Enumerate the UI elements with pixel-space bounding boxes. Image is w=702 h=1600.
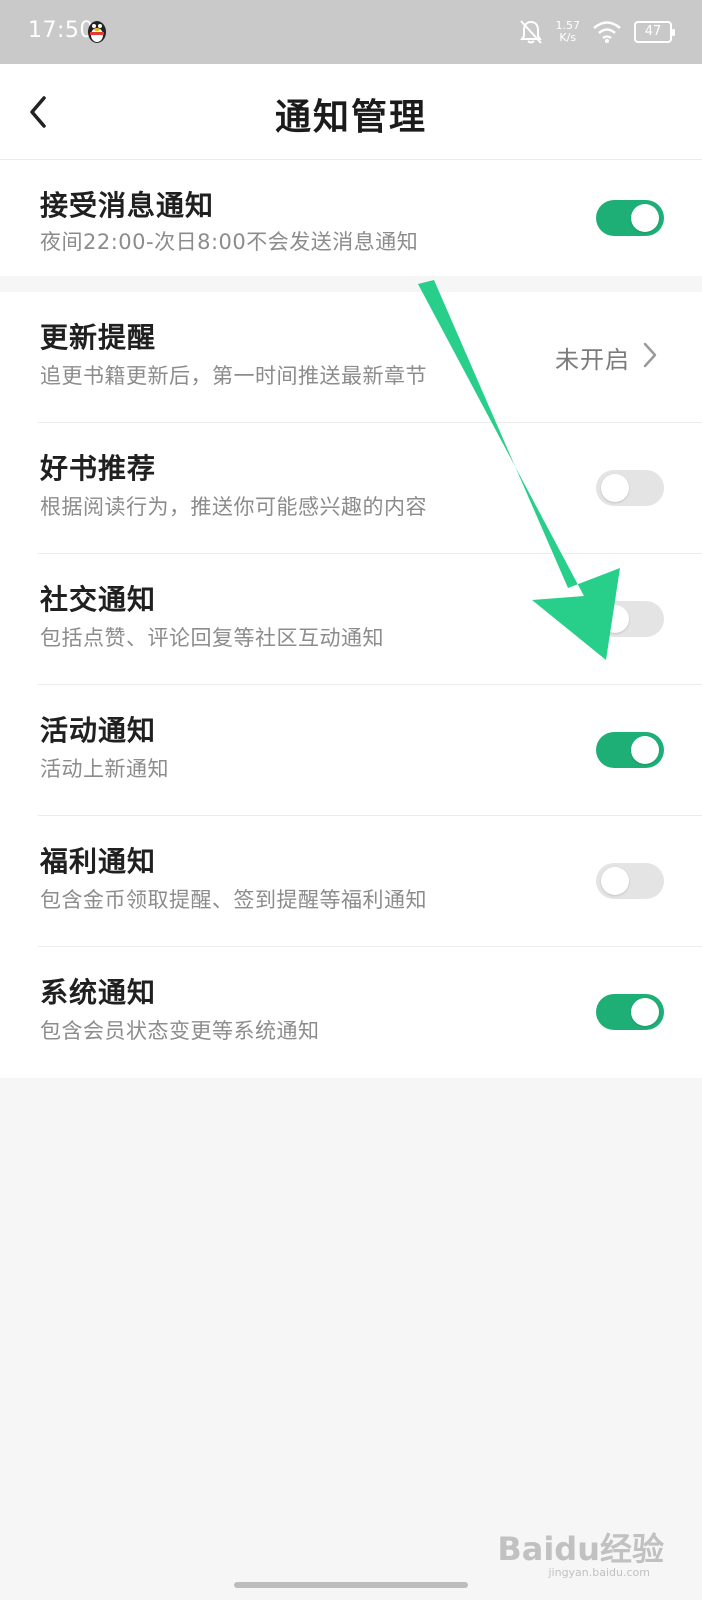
social-toggle[interactable] <box>596 601 664 637</box>
home-indicator[interactable] <box>234 1582 468 1588</box>
setting-row-social: 社交通知 包括点赞、评论回复等社区互动通知 <box>0 554 702 685</box>
update-status: 未开启 <box>555 346 630 374</box>
setting-label: 系统通知 <box>40 976 157 1009</box>
setting-desc: 夜间22:00-次日8:00不会发送消息通知 <box>40 230 419 254</box>
setting-row-receive: 接受消息通知 夜间22:00-次日8:00不会发送消息通知 <box>0 160 702 276</box>
wifi-icon <box>593 21 621 43</box>
welfare-toggle[interactable] <box>596 863 664 899</box>
setting-desc: 包括点赞、评论回复等社区互动通知 <box>40 626 384 650</box>
setting-row-activity: 活动通知 活动上新通知 <box>0 685 702 816</box>
page-title: 通知管理 <box>274 97 427 138</box>
watermark-logo: Baidu经验 <box>497 1530 664 1568</box>
settings-group-master: 接受消息通知 夜间22:00-次日8:00不会发送消息通知 <box>0 160 702 276</box>
setting-row-system: 系统通知 包含会员状态变更等系统通知 <box>0 947 702 1078</box>
watermark-url: jingyan.baidu.com <box>548 1566 650 1579</box>
toggle-knob <box>601 605 629 633</box>
setting-row-welfare: 福利通知 包含金币领取提醒、签到提醒等福利通知 <box>0 816 702 947</box>
toggle-knob <box>631 998 659 1026</box>
app-header: 通知管理 <box>0 64 702 160</box>
bell-off-icon <box>519 20 542 44</box>
system-toggle[interactable] <box>596 994 664 1030</box>
chevron-right-icon <box>643 342 657 368</box>
recommend-toggle[interactable] <box>596 470 664 506</box>
status-bar: 17:50 1.57 K/s 47 <box>0 0 702 64</box>
toggle-knob <box>631 204 659 232</box>
toggle-knob <box>601 867 629 895</box>
toggle-knob <box>601 474 629 502</box>
setting-label: 好书推荐 <box>40 452 157 485</box>
activity-toggle[interactable] <box>596 732 664 768</box>
setting-desc: 根据阅读行为，推送你可能感兴趣的内容 <box>40 495 427 519</box>
setting-label: 更新提醒 <box>40 321 157 354</box>
receive-toggle[interactable] <box>596 200 664 236</box>
setting-label: 福利通知 <box>40 845 157 878</box>
toggle-knob <box>631 736 659 764</box>
network-speed-unit: K/s <box>559 31 577 44</box>
settings-group-types: 更新提醒 追更书籍更新后，第一时间推送最新章节 未开启 好书推荐 根据阅读行为，… <box>0 292 702 1078</box>
setting-label: 活动通知 <box>40 714 157 747</box>
setting-desc: 包含会员状态变更等系统通知 <box>40 1019 320 1043</box>
setting-desc: 包含金币领取提醒、签到提醒等福利通知 <box>40 888 427 912</box>
setting-row-update[interactable]: 更新提醒 追更书籍更新后，第一时间推送最新章节 未开启 <box>0 292 702 423</box>
qq-penguin-icon <box>88 21 106 43</box>
network-speed: 1.57 K/s <box>556 20 581 44</box>
status-icons: 1.57 K/s 47 <box>518 14 675 50</box>
setting-label: 接受消息通知 <box>40 189 215 222</box>
setting-desc: 追更书籍更新后，第一时间推送最新章节 <box>40 364 427 388</box>
setting-row-recommend: 好书推荐 根据阅读行为，推送你可能感兴趣的内容 <box>0 423 702 554</box>
status-time: 17:50 <box>28 18 94 43</box>
battery-icon: 47 <box>634 21 675 43</box>
setting-desc: 活动上新通知 <box>40 757 169 781</box>
setting-label: 社交通知 <box>40 583 157 616</box>
